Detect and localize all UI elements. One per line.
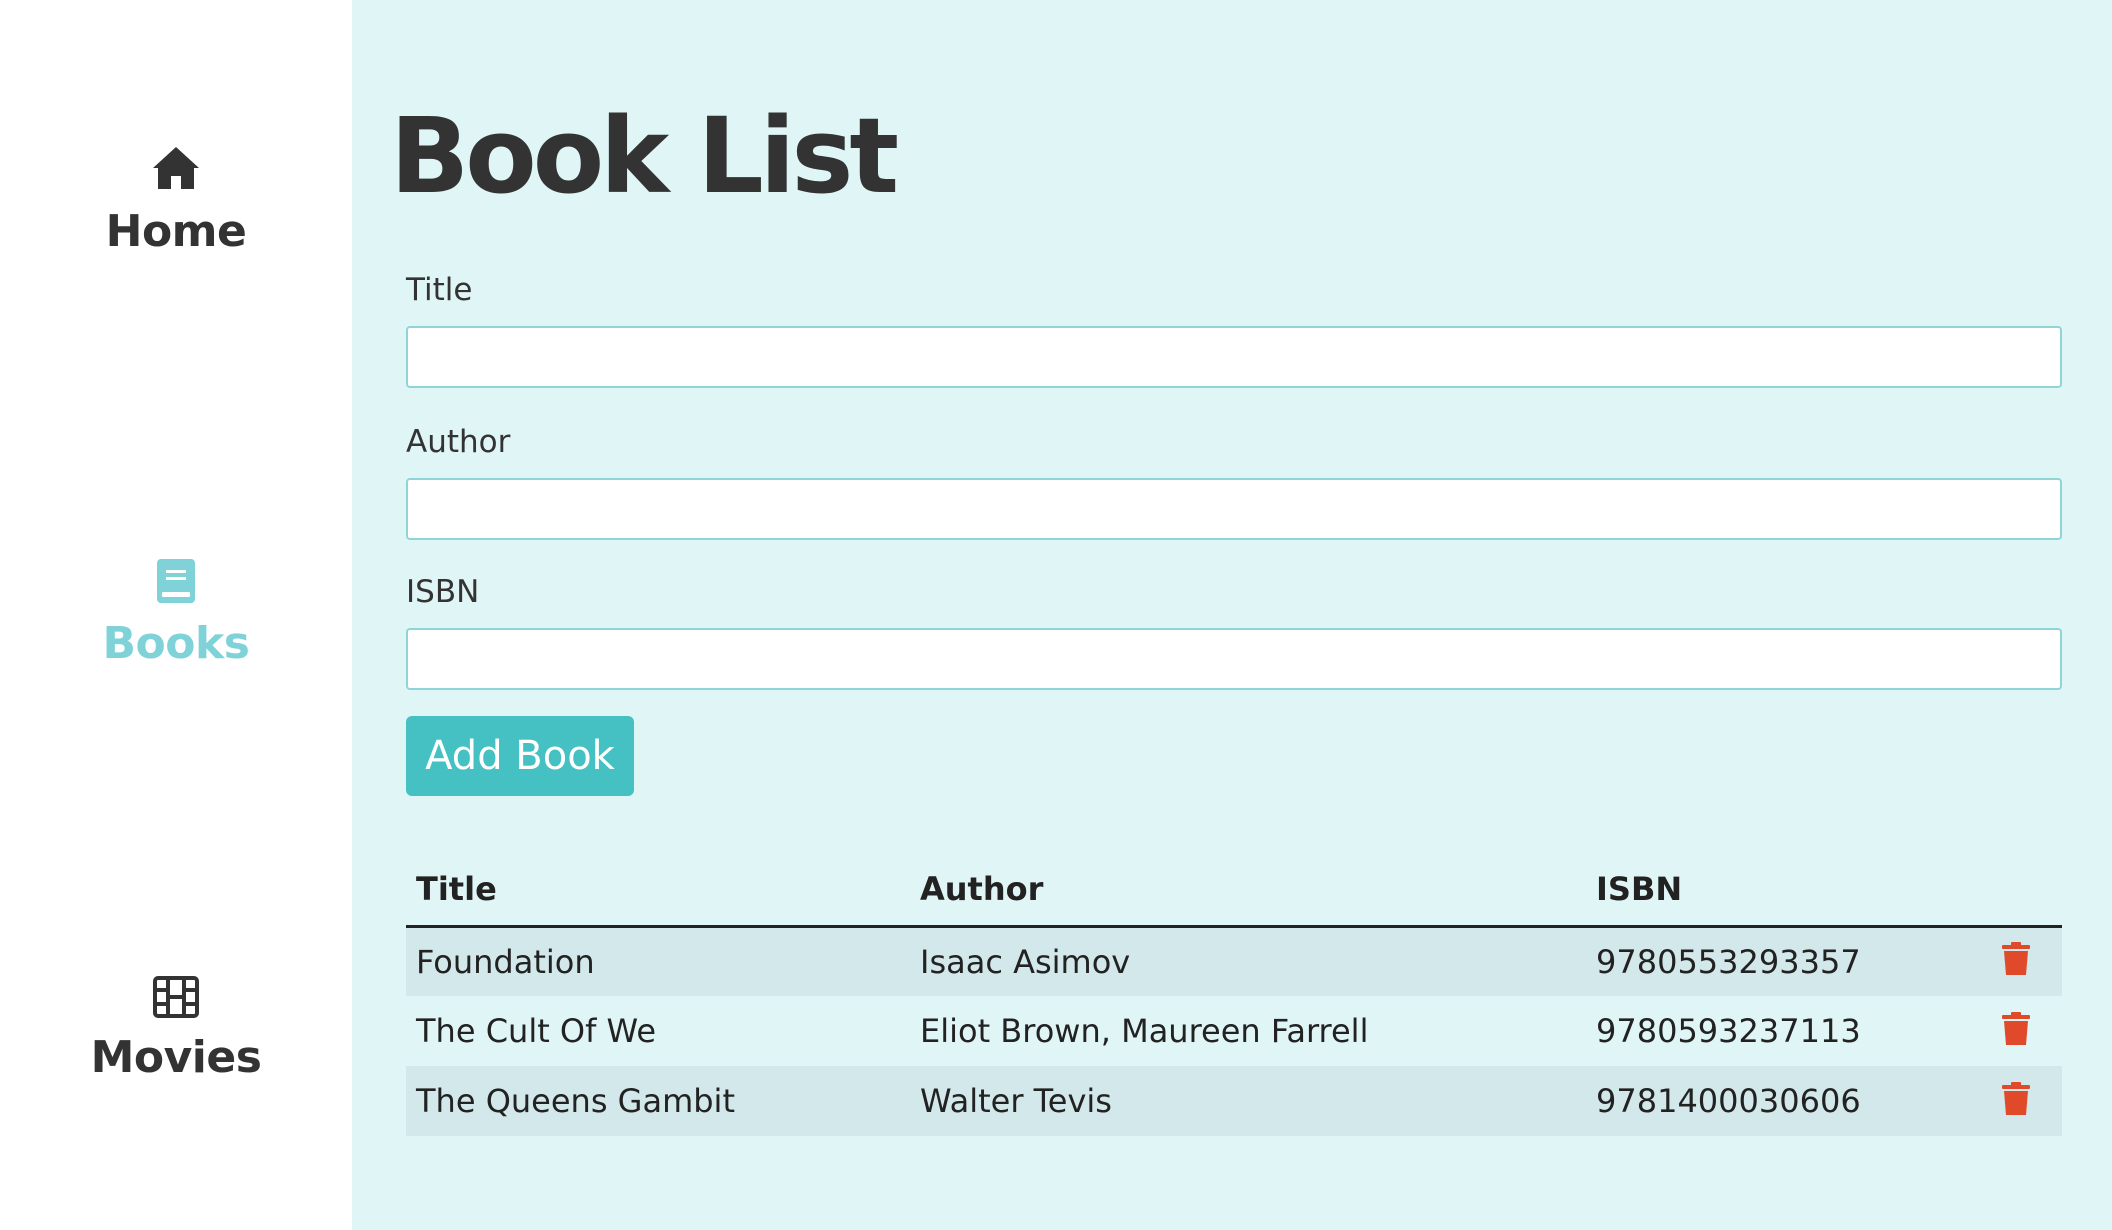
column-header-author: Author [910,854,1586,928]
column-header-actions [1986,854,2062,928]
isbn-input[interactable] [406,628,2062,690]
add-book-form: Title Author ISBN [406,272,2062,724]
book-table: Title Author ISBN Foundation Isaac Asimo… [406,854,2062,1136]
cell-isbn: 9780553293357 [1586,926,1986,996]
trash-icon [2002,942,2030,976]
cell-title: The Queens Gambit [406,1066,910,1136]
trash-icon [2002,1011,2030,1045]
column-header-isbn: ISBN [1586,854,1986,928]
table-row: The Queens Gambit Walter Tevis 978140003… [406,1066,2062,1136]
cell-title: The Cult Of We [406,996,910,1066]
delete-button[interactable] [1996,939,2036,979]
cell-actions [1986,996,2062,1066]
table-row: Foundation Isaac Asimov 9780553293357 [406,926,2062,996]
book-icon [156,558,196,604]
sidebar-item-label: Books [102,618,250,669]
sidebar-item-label: Home [105,206,247,257]
delete-button[interactable] [1996,1079,2036,1119]
cell-actions [1986,926,2062,996]
cell-isbn: 9780593237113 [1586,996,1986,1066]
cell-author: Isaac Asimov [910,926,1586,996]
sidebar-item-movies[interactable]: Movies [0,976,352,1083]
trash-icon [2002,1081,2030,1115]
sidebar-item-books[interactable]: Books [0,558,352,669]
author-input[interactable] [406,478,2062,540]
cell-author: Walter Tevis [910,1066,1586,1136]
add-book-button[interactable]: Add Book [406,716,634,796]
column-header-title: Title [406,854,910,928]
page-title: Book List [390,95,899,217]
home-icon [150,144,202,192]
cell-actions [1986,1066,2062,1136]
table-row: The Cult Of We Eliot Brown, Maureen Farr… [406,996,2062,1066]
table-header-row: Title Author ISBN [406,854,2062,928]
film-icon [153,976,199,1018]
main-content: Book List Title Author ISBN Add Book Tit… [352,0,2112,1230]
author-label: Author [406,424,511,460]
sidebar: Home Books Movies [0,0,352,1230]
cell-isbn: 9781400030606 [1586,1066,1986,1136]
title-input[interactable] [406,326,2062,388]
cell-title: Foundation [406,926,910,996]
title-label: Title [406,272,473,308]
isbn-label: ISBN [406,574,480,610]
cell-author: Eliot Brown, Maureen Farrell [910,996,1586,1066]
delete-button[interactable] [1996,1009,2036,1049]
sidebar-item-label: Movies [90,1032,262,1083]
sidebar-item-home[interactable]: Home [0,144,352,257]
